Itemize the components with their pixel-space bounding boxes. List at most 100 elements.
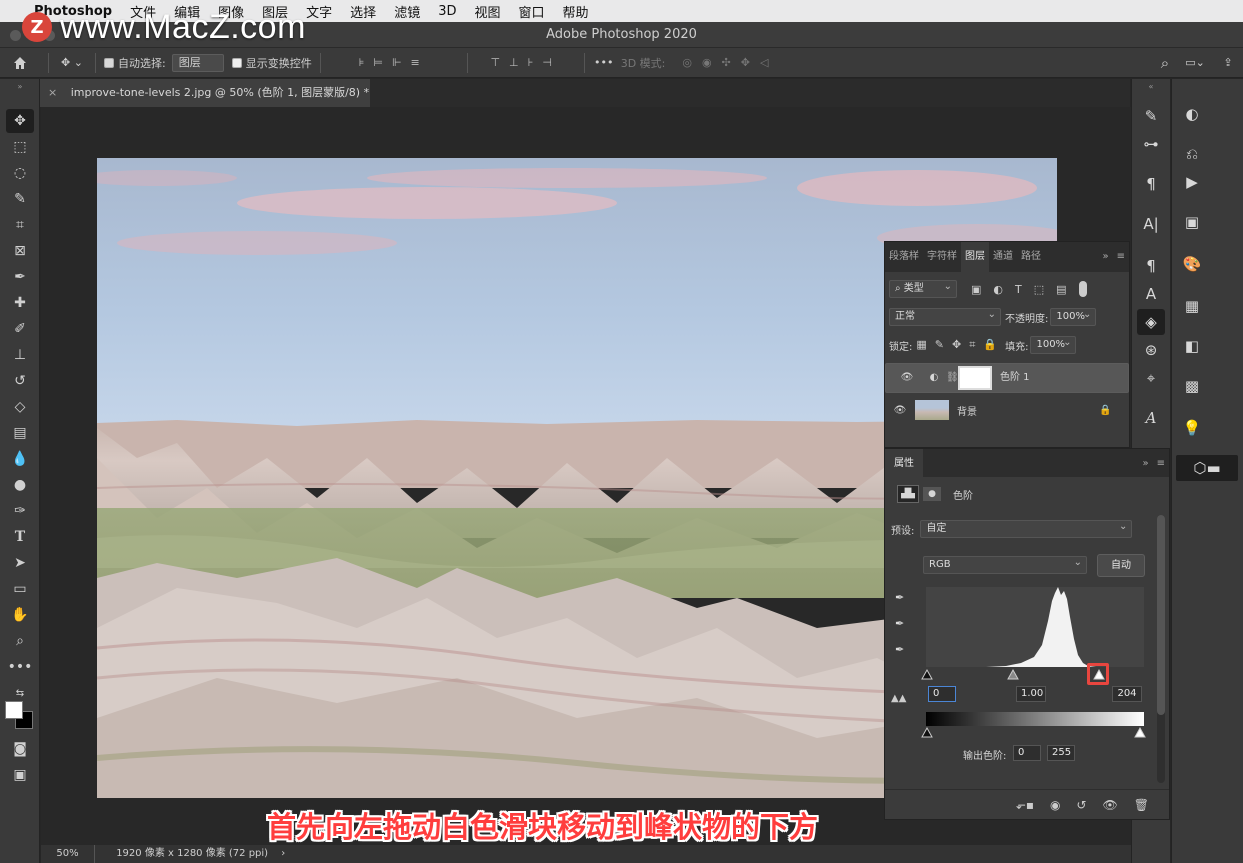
levels-icon[interactable]: ▟▙ xyxy=(897,485,919,503)
paragraph-styles-icon[interactable]: ¶ xyxy=(1137,253,1165,279)
gradient-tool-icon[interactable]: ▤ xyxy=(6,421,34,445)
share-icon[interactable]: ⇪ xyxy=(1213,56,1243,69)
pen-tool-icon[interactable]: ✑ xyxy=(6,499,34,523)
channels-icon[interactable]: ⊛ xyxy=(1137,337,1165,363)
menu-3d[interactable]: 3D xyxy=(438,4,456,19)
tab-character-styles[interactable]: 字符样 xyxy=(923,242,961,272)
search-icon[interactable]: ⌕ xyxy=(1153,54,1177,72)
preset-dropdown[interactable]: 自定 xyxy=(920,519,1133,538)
frame-tool-icon[interactable]: ⊠ xyxy=(6,239,34,263)
clip-to-layer-icon[interactable]: ⬐▪ xyxy=(1016,798,1034,812)
view-previous-state-icon[interactable]: ◉ xyxy=(1050,798,1060,812)
character-icon[interactable]: A| xyxy=(1137,211,1165,237)
brush-settings-icon[interactable]: ✎ xyxy=(1137,103,1165,129)
collapse-dock-icon[interactable]: « xyxy=(1137,81,1165,91)
tab-channels[interactable]: 通道 xyxy=(989,242,1017,272)
close-tab-icon[interactable]: × xyxy=(48,86,57,99)
layer-row-levels[interactable]: 👁 ◐ ⛓ 色阶 1 xyxy=(885,363,1129,393)
foreground-color-swatch[interactable] xyxy=(5,701,23,719)
move-tool-icon[interactable]: ✥ xyxy=(6,109,34,133)
input-white-field[interactable]: 204 xyxy=(1112,686,1142,702)
brush-tool-icon[interactable]: ✐ xyxy=(6,317,34,341)
layer-filter-icons[interactable]: ▣◐T⬚▤ xyxy=(971,283,1079,296)
menu-window[interactable]: 窗口 xyxy=(519,2,545,21)
reset-icon[interactable]: ↺ xyxy=(1076,798,1086,812)
output-black-field[interactable]: 0 xyxy=(1013,745,1041,761)
clone-stamp-tool-icon[interactable]: ⊥ xyxy=(6,343,34,367)
rectangle-tool-icon[interactable]: ▭ xyxy=(6,577,34,601)
mask-link-icon[interactable]: ⛓ xyxy=(946,370,959,386)
filter-toggle-switch[interactable] xyxy=(1078,281,1087,297)
glyphs-icon[interactable]: A xyxy=(1137,405,1165,431)
visibility-eye-icon[interactable]: 👁 xyxy=(885,405,915,416)
panel-menu-icon[interactable]: ≡ xyxy=(1153,449,1169,477)
input-black-field[interactable]: 0 xyxy=(928,686,956,702)
tab-layers[interactable]: 图层 xyxy=(961,242,989,272)
menu-type[interactable]: 文字 xyxy=(306,2,332,21)
panel-collapse-icon[interactable]: » xyxy=(1098,242,1112,272)
history-brush-tool-icon[interactable]: ↺ xyxy=(6,369,34,393)
input-slider-track[interactable] xyxy=(921,668,1147,680)
magic-wand-tool-icon[interactable]: ✎ xyxy=(6,187,34,211)
marquee-tool-icon[interactable]: ⬚ xyxy=(6,135,34,159)
close-window-button[interactable] xyxy=(10,30,21,41)
white-output-slider[interactable] xyxy=(1134,726,1146,738)
dodge-tool-icon[interactable]: ● xyxy=(6,473,34,497)
layer-name[interactable]: 色阶 1 xyxy=(1000,370,1030,386)
mask-icon[interactable]: ● xyxy=(923,487,941,501)
layer-row-background[interactable]: 👁 背景 🔒 xyxy=(885,395,1129,425)
layer-name[interactable]: 背景 xyxy=(957,403,1099,418)
paragraph-icon[interactable]: ¶ xyxy=(1137,171,1165,197)
auto-select-target-dropdown[interactable]: 图层 xyxy=(171,53,224,72)
show-transform-checkbox[interactable] xyxy=(231,57,242,68)
panel-menu-icon[interactable]: ≡ xyxy=(1113,242,1129,272)
zoom-tool-icon[interactable]: ⌕ xyxy=(6,629,34,653)
input-gamma-field[interactable]: 1.00 xyxy=(1016,686,1046,702)
blend-mode-dropdown[interactable]: 正常 xyxy=(889,307,1001,326)
history-icon[interactable]: ⎌ xyxy=(1178,141,1206,167)
workspace-icon[interactable]: ▭⌄ xyxy=(1177,56,1213,69)
delete-icon[interactable]: 🗑 xyxy=(1134,798,1149,812)
auto-button[interactable]: 自动 xyxy=(1097,554,1145,577)
type-tool-icon[interactable]: T xyxy=(6,525,34,549)
clipping-warning-icon[interactable]: ▲▲ xyxy=(891,693,906,704)
menu-help[interactable]: 帮助 xyxy=(563,2,589,21)
tab-properties[interactable]: 属性 xyxy=(885,449,923,477)
crop-tool-icon[interactable]: ⌗ xyxy=(6,213,34,237)
properties-dock-icon[interactable]: ⬡▬ xyxy=(1176,455,1238,481)
blur-tool-icon[interactable]: 💧 xyxy=(6,447,34,471)
align-icons-group[interactable]: ⊧⊨⊩≡ xyxy=(329,56,459,69)
home-icon[interactable] xyxy=(0,48,40,78)
menu-select[interactable]: 选择 xyxy=(350,2,376,21)
collapse-toolbar-icon[interactable]: » xyxy=(6,81,34,91)
swatches-icon[interactable]: ▦ xyxy=(1178,293,1206,319)
distribute-icons-group[interactable]: ⊤⊥⊦⊣ xyxy=(476,56,576,69)
patterns-icon[interactable]: ▩ xyxy=(1178,373,1206,399)
auto-select-checkbox[interactable] xyxy=(104,57,114,68)
status-menu-icon[interactable]: › xyxy=(281,848,285,859)
screen-mode-icon[interactable]: ▣ xyxy=(6,763,34,787)
fill-input[interactable]: 100% xyxy=(1030,335,1077,354)
black-point-eyedropper-icon[interactable]: ✒ xyxy=(895,591,904,604)
paths-icon[interactable]: ⌖ xyxy=(1137,365,1165,391)
document-tab[interactable]: × improve-tone-levels 2.jpg @ 50% (色阶 1,… xyxy=(40,79,370,107)
output-slider-track[interactable] xyxy=(921,726,1147,738)
tab-paths[interactable]: 路径 xyxy=(1017,242,1045,272)
menu-filter[interactable]: 滤镜 xyxy=(394,2,420,21)
learn-icon[interactable]: 💡 xyxy=(1178,415,1206,441)
eraser-tool-icon[interactable]: ◇ xyxy=(6,395,34,419)
character-styles-icon[interactable]: A xyxy=(1137,281,1165,307)
black-input-slider[interactable] xyxy=(921,668,933,680)
libraries-icon[interactable]: ▣ xyxy=(1178,209,1206,235)
3d-mode-icons-group[interactable]: ◎◉✣✥◁ xyxy=(665,56,795,69)
opacity-input[interactable]: 100% xyxy=(1050,307,1097,326)
more-tools-icon[interactable]: ••• xyxy=(6,655,34,679)
channel-dropdown[interactable]: RGB xyxy=(923,555,1087,574)
brushes-icon[interactable]: ⊶ xyxy=(1137,131,1165,157)
gray-point-eyedropper-icon[interactable]: ✒ xyxy=(895,617,904,630)
actions-play-icon[interactable]: ▶ xyxy=(1178,169,1206,195)
menu-view[interactable]: 视图 xyxy=(474,2,500,21)
eyedropper-tool-icon[interactable]: ✒ xyxy=(6,265,34,289)
visibility-eye-icon[interactable]: 👁 xyxy=(892,370,922,386)
gray-input-slider[interactable] xyxy=(1007,668,1019,680)
